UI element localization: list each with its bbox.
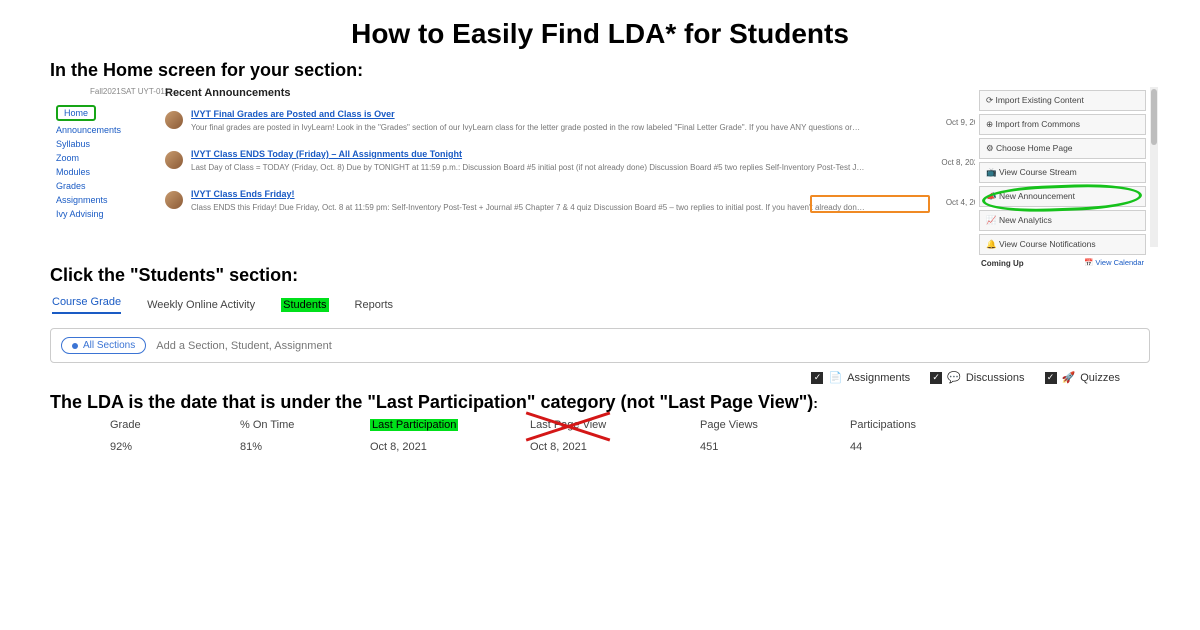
- analytics-screenshot: Course Grade Weekly Online Activity Stud…: [50, 292, 1150, 384]
- announcement-body: Class ENDS this Friday! Due Friday, Oct.…: [191, 203, 875, 212]
- tab-students[interactable]: Students: [281, 298, 328, 312]
- view-course-notifications-button[interactable]: 🔔 View Course Notifications: [979, 234, 1146, 255]
- check-quizzes[interactable]: ✓ 🚀 Quizzes: [1045, 371, 1120, 384]
- recent-announcements-heading: Recent Announcements: [165, 87, 291, 99]
- view-calendar-link[interactable]: 📅 View Calendar: [1084, 258, 1144, 267]
- tab-course-grade[interactable]: Course Grade: [52, 296, 121, 314]
- import-from-commons-button[interactable]: ⊕ Import from Commons: [979, 114, 1146, 135]
- nav-announcements[interactable]: Announcements: [56, 125, 154, 135]
- home-screenshot: Fall2021SAT UYT-011-... Home Announcemen…: [50, 87, 1150, 257]
- nav-modules[interactable]: Modules: [56, 167, 154, 177]
- announcement-title[interactable]: IVYT Class ENDS Today (Friday) – All Ass…: [191, 149, 462, 159]
- filter-bar[interactable]: All Sections Add a Section, Student, Ass…: [50, 328, 1150, 363]
- nav-ivyadvising[interactable]: Ivy Advising: [56, 209, 154, 219]
- val-last-participation: Oct 8, 2021: [370, 441, 530, 453]
- nav-grades[interactable]: Grades: [56, 181, 154, 191]
- checkbox-icon: ✓: [811, 372, 823, 384]
- check-discussions[interactable]: ✓ 💬 Discussions: [930, 371, 1024, 384]
- nav-zoom[interactable]: Zoom: [56, 153, 154, 163]
- import-existing-content-button[interactable]: ⟳ Import Existing Content: [979, 90, 1146, 111]
- check-assignments[interactable]: ✓ 📄 Assignments: [811, 371, 910, 384]
- course-nav: Home Announcements Syllabus Zoom Modules…: [50, 101, 160, 223]
- avatar: [165, 111, 183, 129]
- filter-placeholder[interactable]: Add a Section, Student, Assignment: [156, 340, 332, 352]
- nav-assignments[interactable]: Assignments: [56, 195, 154, 205]
- table-row: 92% 81% Oct 8, 2021 Oct 8, 2021 451 44: [50, 441, 1150, 453]
- tab-reports[interactable]: Reports: [355, 299, 394, 311]
- avatar: [165, 151, 183, 169]
- announcement-body: Last Day of Class = TODAY (Friday, Oct. …: [191, 163, 875, 172]
- announcement-title[interactable]: IVYT Final Grades are Posted and Class i…: [191, 109, 395, 119]
- col-grade: Grade: [110, 419, 240, 431]
- checkbox-icon: ✓: [930, 372, 942, 384]
- view-course-stream-button[interactable]: 📺 View Course Stream: [979, 162, 1146, 183]
- col-last-page-view: Last Page View: [530, 419, 606, 431]
- tab-weekly-activity[interactable]: Weekly Online Activity: [147, 299, 255, 311]
- val-last-page-view: Oct 8, 2021: [530, 441, 700, 453]
- col-last-participation: Last Participation: [370, 419, 458, 431]
- col-on-time: % On Time: [240, 419, 370, 431]
- step1-heading: In the Home screen for your section:: [50, 60, 1150, 81]
- table-screenshot: Grade % On Time Last Participation Last …: [50, 419, 1150, 453]
- orange-highlight-box: [810, 195, 930, 213]
- nav-syllabus[interactable]: Syllabus: [56, 139, 154, 149]
- all-sections-chip[interactable]: All Sections: [61, 337, 146, 354]
- val-on-time: 81%: [240, 441, 370, 453]
- page-title: How to Easily Find LDA* for Students: [50, 18, 1150, 50]
- avatar: [165, 191, 183, 209]
- right-sidebar: ⟳ Import Existing Content ⊕ Import from …: [975, 87, 1150, 268]
- val-page-views: 451: [700, 441, 850, 453]
- announcement-title[interactable]: IVYT Class Ends Friday!: [191, 189, 295, 199]
- choose-home-page-button[interactable]: ⚙ Choose Home Page: [979, 138, 1146, 159]
- scrollbar[interactable]: [1150, 87, 1158, 247]
- val-participations: 44: [850, 441, 1000, 453]
- nav-home[interactable]: Home: [56, 105, 96, 121]
- col-participations: Participations: [850, 419, 1000, 431]
- checkbox-icon: ✓: [1045, 372, 1057, 384]
- step3-heading: The LDA is the date that is under the "L…: [50, 392, 1150, 413]
- val-grade: 92%: [110, 441, 240, 453]
- step2-heading: Click the "Students" section:: [50, 265, 1150, 286]
- announcement-body: Your final grades are posted in IvyLearn…: [191, 123, 875, 132]
- new-analytics-button[interactable]: 📈 New Analytics: [979, 210, 1146, 231]
- coming-up-label: Coming Up: [981, 259, 1024, 268]
- col-page-views: Page Views: [700, 419, 850, 431]
